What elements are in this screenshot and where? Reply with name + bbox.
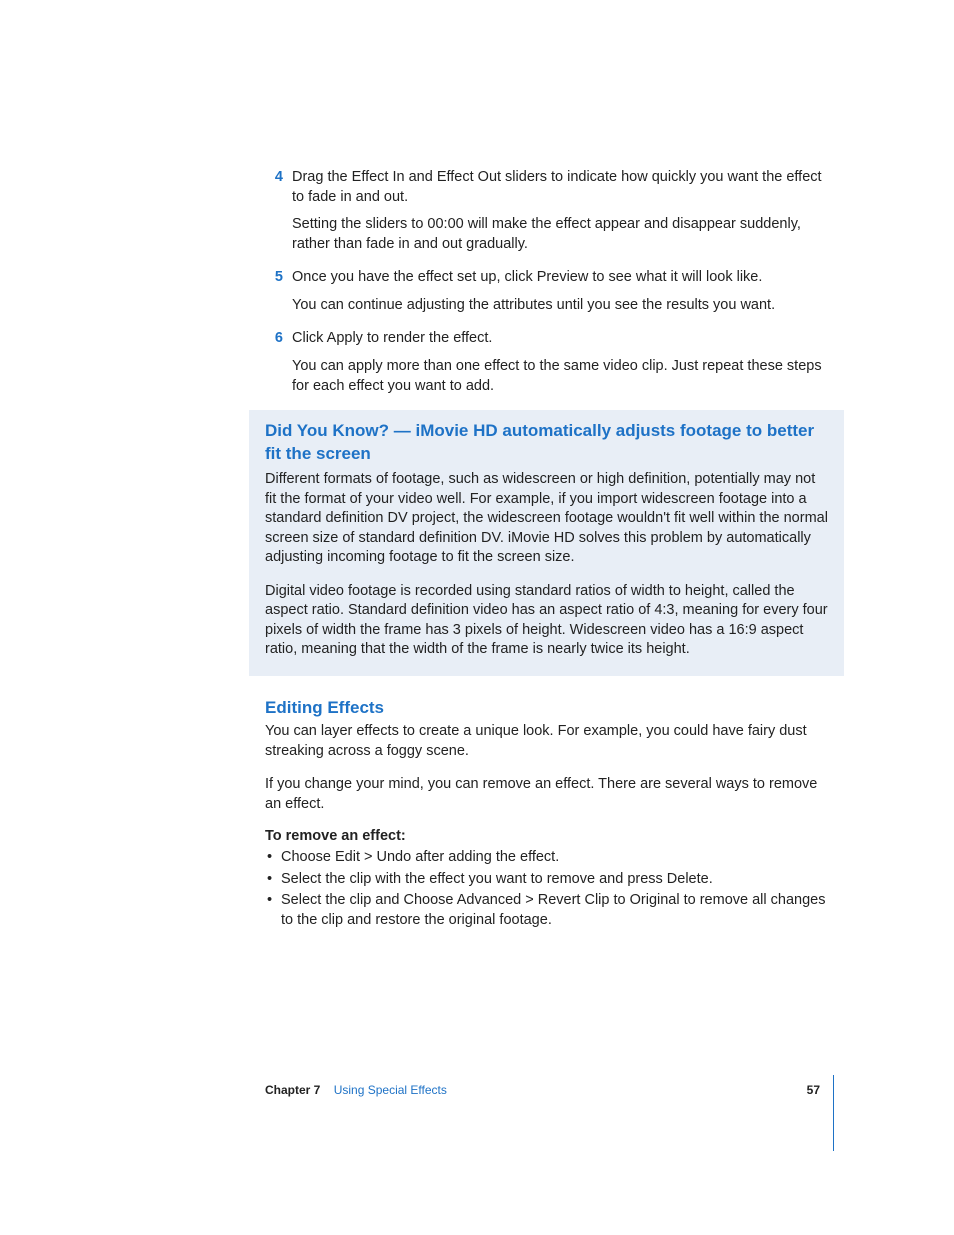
did-you-know-callout: Did You Know? — iMovie HD automatically …	[249, 410, 844, 676]
step-6: 6 Click Apply to render the effect. You …	[265, 329, 836, 396]
step-followup: You can continue adjusting the attribute…	[292, 296, 836, 316]
list-item: • Select the clip and Choose Advanced > …	[265, 891, 836, 930]
document-page: 4 Drag the Effect In and Effect Out slid…	[0, 0, 954, 1235]
page-footer: Chapter 7 Using Special Effects 57	[0, 1083, 954, 1123]
callout-paragraph: Different formats of footage, such as wi…	[265, 470, 828, 568]
step-followup: Setting the sliders to 00:00 will make t…	[292, 215, 836, 254]
step-number: 4	[265, 168, 283, 188]
chapter-label: Chapter 7	[265, 1083, 320, 1097]
footer-rule	[833, 1075, 834, 1151]
callout-title: Did You Know? — iMovie HD automatically …	[265, 420, 828, 466]
bullet-text: Select the clip with the effect you want…	[281, 870, 836, 890]
step-text: Drag the Effect In and Effect Out slider…	[292, 168, 836, 207]
page-number: 57	[807, 1083, 820, 1097]
list-item: • Choose Edit > Undo after adding the ef…	[265, 848, 836, 868]
procedure-heading: To remove an effect:	[265, 828, 836, 844]
footer-chapter: Chapter 7 Using Special Effects	[265, 1083, 447, 1097]
bullet-text: Select the clip and Choose Advanced > Re…	[281, 891, 836, 930]
step-followup: You can apply more than one effect to th…	[292, 357, 836, 396]
bullet-icon: •	[265, 891, 281, 911]
bullet-text: Choose Edit > Undo after adding the effe…	[281, 848, 836, 868]
section-heading: Editing Effects	[265, 698, 836, 718]
list-item: • Select the clip with the effect you wa…	[265, 870, 836, 890]
body-paragraph: If you change your mind, you can remove …	[265, 775, 836, 814]
bullet-icon: •	[265, 870, 281, 890]
chapter-title: Using Special Effects	[334, 1083, 447, 1097]
body-paragraph: You can layer effects to create a unique…	[265, 722, 836, 761]
step-text: Click Apply to render the effect.	[292, 329, 836, 349]
step-number: 5	[265, 268, 283, 288]
step-4: 4 Drag the Effect In and Effect Out slid…	[265, 168, 836, 254]
callout-paragraph: Digital video footage is recorded using …	[265, 582, 828, 660]
step-5: 5 Once you have the effect set up, click…	[265, 268, 836, 315]
step-number: 6	[265, 329, 283, 349]
step-text: Once you have the effect set up, click P…	[292, 268, 836, 288]
bullet-icon: •	[265, 848, 281, 868]
